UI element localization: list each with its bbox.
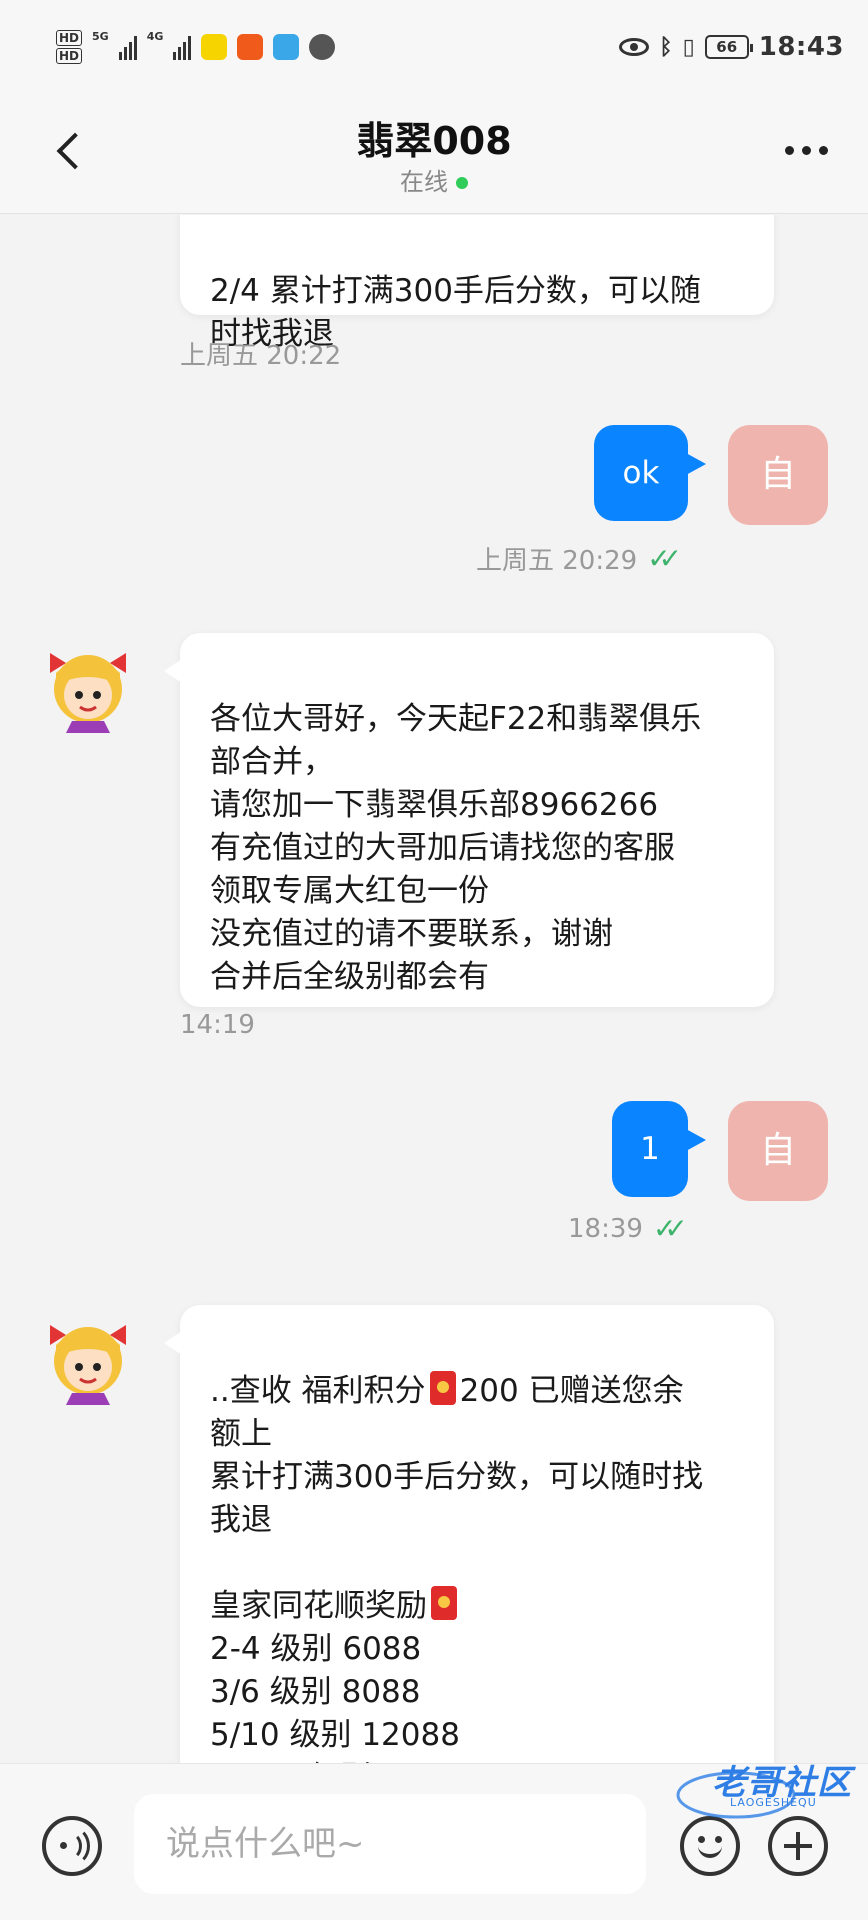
hd2-label: HD [56, 48, 83, 64]
more-options-icon[interactable] [785, 146, 828, 155]
message-list[interactable]: 2/4 累计打满300手后分数，可以随 时找我退 上周五 20:22 ok 自 … [0, 215, 868, 1763]
message-text: 1 [640, 1131, 660, 1167]
chat-notification-icon [309, 34, 336, 60]
hd1-label: HD [56, 30, 83, 46]
contact-name: 翡翠008 [356, 119, 512, 163]
message-timestamp: 18:39 [568, 1213, 643, 1244]
vibrate-icon: ▯ [682, 34, 695, 60]
app-notification-icon [237, 34, 264, 60]
red-envelope-icon [429, 1371, 456, 1405]
message-timestamp-row: 上周五 20:29 ✓✓ [476, 540, 682, 577]
red-envelope-icon [431, 1586, 457, 1620]
network-5g-label: 5G [92, 30, 109, 43]
outgoing-message-bubble[interactable]: ok [594, 425, 706, 521]
message-timestamp: 上周五 20:22 [180, 341, 342, 371]
read-check-icon: ✓✓ [647, 542, 682, 575]
status-bar: HD HD 5G 4G ᛒ ▯ 66 18:43 [0, 0, 868, 100]
signal-icon [118, 34, 137, 60]
online-dot-icon [456, 177, 468, 189]
clock: 18:43 [758, 32, 844, 62]
hd-indicator: HD HD [56, 30, 83, 64]
voice-input-icon[interactable] [42, 1816, 102, 1876]
app-notification-icon [201, 34, 228, 60]
message-timestamp-row: 18:39 ✓✓ [568, 1212, 688, 1245]
incoming-message-bubble[interactable]: ..查收 福利积分 200 已赠送您余 额上 累计打满300手后分数，可以随时找 … [164, 1305, 774, 1763]
incoming-message-bubble[interactable]: 各位大哥好，今天起F22和翡翠俱乐 部合并， 请您加一下翡翠俱乐部8966266… [164, 633, 774, 1007]
outgoing-message-bubble[interactable]: 1 [612, 1101, 706, 1197]
message-timestamp: 上周五 20:29 [476, 546, 638, 576]
message-text: ..查收 福利积分 [210, 1373, 426, 1409]
message-text: ok [622, 455, 660, 491]
add-attachment-icon[interactable] [768, 1816, 828, 1876]
watermark-subtext: LAOGESHEQU [730, 1796, 817, 1809]
incoming-message-bubble[interactable]: 2/4 累计打满300手后分数，可以随 时找我退 [180, 215, 774, 352]
battery-icon: 66 [704, 35, 753, 59]
eye-icon [619, 38, 650, 56]
signal-icon-2 [173, 34, 192, 60]
message-timestamp: 14:19 [180, 1010, 255, 1040]
bluetooth-icon: ᛒ [659, 34, 673, 60]
message-input[interactable] [134, 1794, 646, 1894]
message-text: 2-4 级别 6088 3/6 级别 8088 5/10 级别 12088 10… [210, 1631, 480, 1763]
online-status: 在线 [0, 162, 868, 197]
online-status-label: 在线 [400, 168, 448, 196]
contact-avatar[interactable] [36, 1305, 140, 1409]
message-text: 200 已赠送您余 额上 累计打满300手后分数，可以随时找 我退 皇家同花顺奖… [210, 1373, 704, 1624]
contact-avatar[interactable] [36, 633, 140, 737]
self-avatar[interactable]: 自 [728, 425, 828, 525]
network-4g-label: 4G [146, 30, 164, 43]
app-notification-icon [273, 34, 300, 60]
emoji-icon[interactable] [680, 1816, 740, 1876]
self-avatar[interactable]: 自 [728, 1101, 828, 1201]
chat-header: 翡翠008 在线 [0, 100, 868, 214]
read-check-icon: ✓✓ [652, 1212, 688, 1245]
message-text: 各位大哥好，今天起F22和翡翠俱乐 部合并， 请您加一下翡翠俱乐部8966266… [210, 701, 702, 995]
